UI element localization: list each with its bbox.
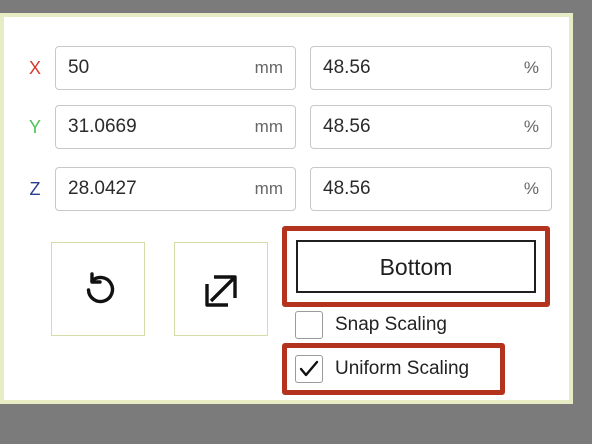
z-scale-unit: % [523,179,539,198]
checkmark-icon [299,360,319,377]
y-scale-field[interactable]: 48.56 % [310,105,552,149]
lay-flat-button[interactable] [174,242,268,336]
uniform-scaling-checkbox[interactable] [295,355,323,383]
rotate-ccw-icon [86,272,115,304]
uniform-scaling-label: Uniform Scaling [335,358,470,379]
y-scale-unit: % [523,117,539,136]
y-axis-label: Y [28,117,41,137]
x-scale-value[interactable]: 48.56 [323,47,371,89]
bottom-button[interactable]: Bottom [296,240,536,293]
snap-scaling-option[interactable]: Snap Scaling [295,308,495,342]
snap-scaling-checkbox[interactable] [295,311,323,339]
z-scale-field[interactable]: 48.56 % [310,167,552,211]
x-size-unit: mm [254,58,283,77]
y-size-unit: mm [254,117,283,136]
y-size-field[interactable]: 31.0669 mm [55,105,296,149]
bottom-button-highlight: Bottom [282,226,550,307]
reset-scale-button[interactable] [51,242,145,336]
uniform-scaling-highlight: Uniform Scaling [282,343,505,395]
z-row: Z 28.0427 mm 48.56 % [4,167,569,211]
z-scale-value[interactable]: 48.56 [323,168,371,210]
x-size-field[interactable]: 50 mm [55,46,296,90]
y-row: Y 31.0669 mm 48.56 % [4,105,569,149]
z-axis-label: Z [29,179,41,199]
z-size-unit: mm [254,179,283,198]
x-axis-label: X [28,58,41,78]
z-size-value[interactable]: 28.0427 [68,168,137,210]
z-size-field[interactable]: 28.0427 mm [55,167,296,211]
scale-panel: X 50 mm 48.56 % Y 31.0669 mm 48.56 % Z 2… [0,13,573,404]
x-scale-unit: % [523,58,539,77]
x-row: X 50 mm 48.56 % [4,46,569,90]
y-size-value[interactable]: 31.0669 [68,106,137,148]
x-scale-field[interactable]: 48.56 % [310,46,552,90]
x-size-value[interactable]: 50 [68,47,89,89]
uniform-scaling-option[interactable]: Uniform Scaling [295,352,500,386]
snap-scaling-label: Snap Scaling [335,314,447,335]
y-scale-value[interactable]: 48.56 [323,106,371,148]
arrow-up-right-icon [205,275,237,307]
